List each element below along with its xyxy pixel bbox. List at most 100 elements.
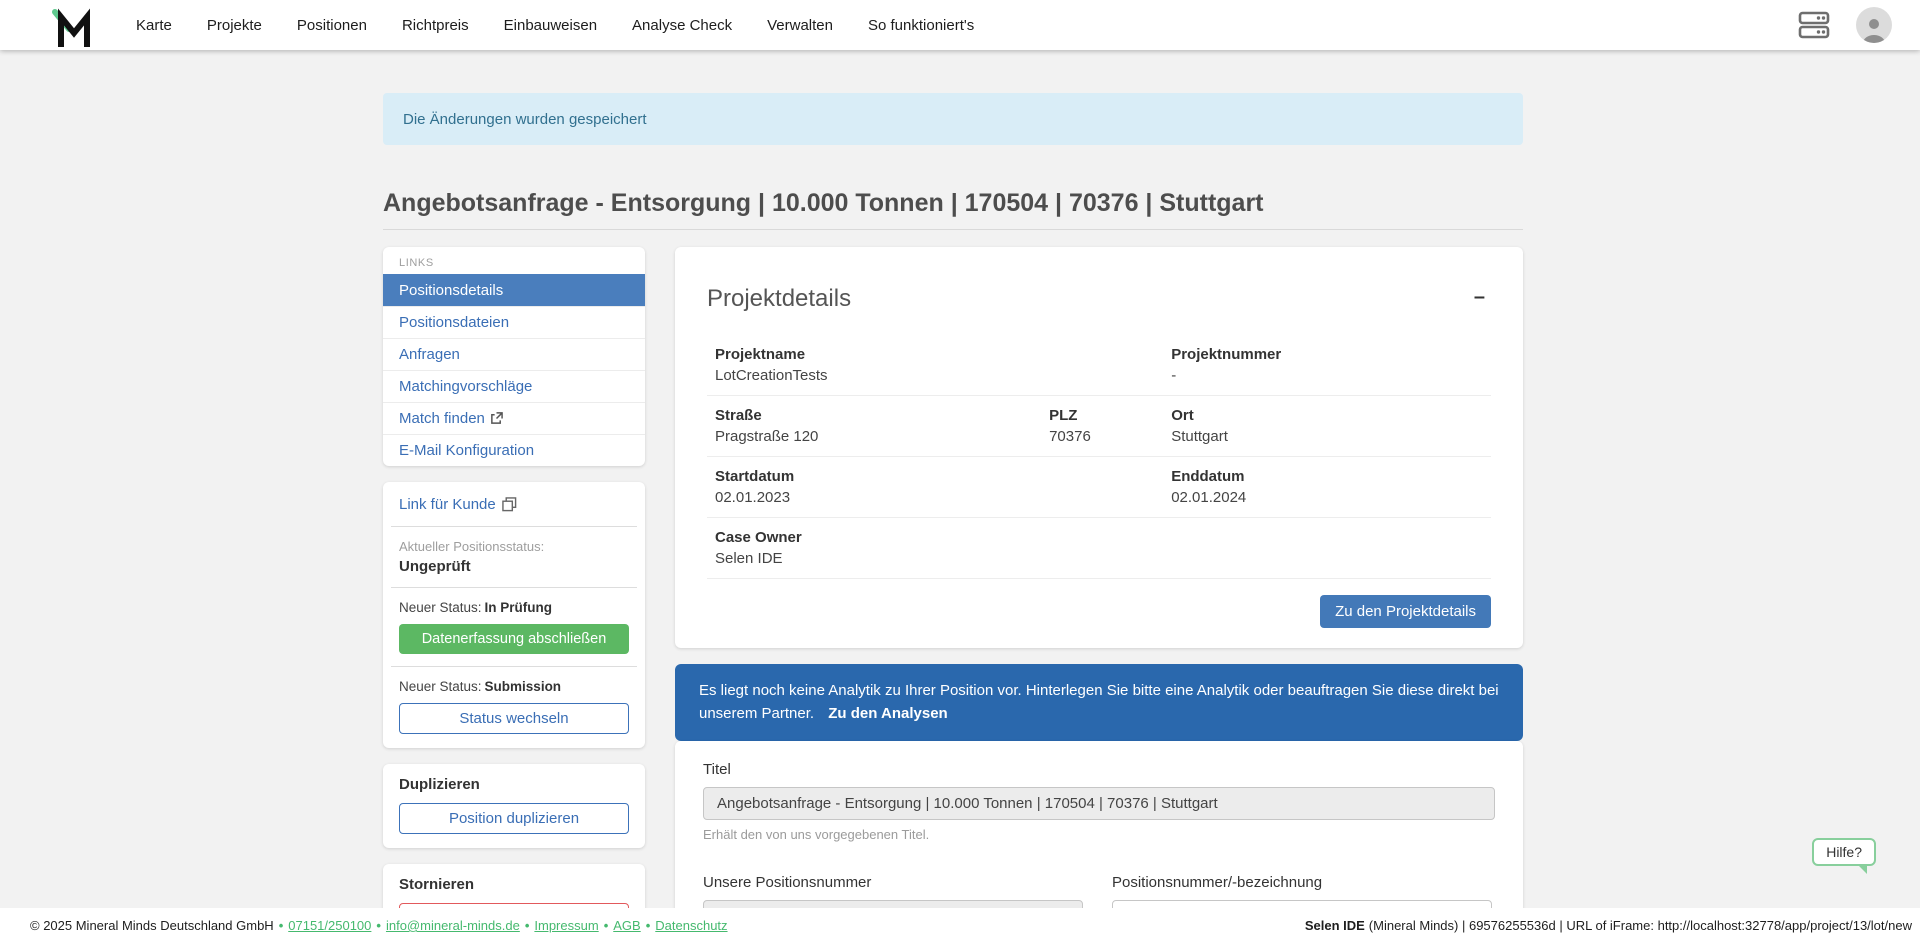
- project-row: Straße Pragstraße 120 PLZ 70376 Ort Stut…: [707, 396, 1491, 457]
- status-card: Link für Kunde Aktueller Positionsstatus…: [383, 482, 645, 748]
- customer-link[interactable]: Link für Kunde: [399, 496, 517, 513]
- nav-item-positionen[interactable]: Positionen: [297, 17, 367, 34]
- field-label: Enddatum: [1171, 468, 1483, 485]
- separator: •: [525, 918, 530, 933]
- user-avatar[interactable]: [1856, 7, 1892, 43]
- sidebar-item-match-finden[interactable]: Match finden: [383, 402, 645, 434]
- help-button[interactable]: Hilfe?: [1812, 838, 1876, 866]
- duplicate-card: Duplizieren Position duplizieren: [383, 764, 645, 848]
- field-projektname: Projektname LotCreationTests: [715, 346, 1171, 384]
- field-value: 02.01.2023: [715, 489, 1171, 506]
- titel-help: Erhält den von uns vorgegebenen Titel.: [703, 827, 1495, 842]
- nav-item-projekte[interactable]: Projekte: [207, 17, 262, 34]
- field-enddatum: Enddatum 02.01.2024: [1171, 468, 1483, 506]
- current-status-value: Ungeprüft: [399, 558, 629, 575]
- server-icon[interactable]: [1798, 11, 1830, 39]
- field-label: PLZ: [1049, 407, 1171, 424]
- field-startdatum: Startdatum 02.01.2023: [715, 468, 1171, 506]
- divider: [391, 587, 637, 588]
- cancel-title: Stornieren: [399, 876, 629, 893]
- nav-item-richtpreis[interactable]: Richtpreis: [402, 17, 469, 34]
- project-row: Projektname LotCreationTests Projektnumm…: [707, 335, 1491, 396]
- titel-label: Titel: [703, 761, 731, 778]
- field-plz: PLZ 70376: [1049, 407, 1171, 445]
- field-value: 70376: [1049, 428, 1171, 445]
- current-status-label: Aktueller Positionsstatus:: [399, 539, 629, 554]
- custom-number-label: Positionsnummer/-bezeichnung: [1112, 874, 1322, 891]
- saved-alert-text: Die Änderungen wurden gespeichert: [403, 111, 647, 128]
- sidebar-item-email-konfiguration[interactable]: E-Mail Konfiguration: [383, 434, 645, 466]
- separator: •: [604, 918, 609, 933]
- phone-link[interactable]: 07151/250100: [288, 918, 371, 933]
- field-case-owner: Case Owner Selen IDE: [715, 529, 1483, 567]
- collapse-button[interactable]: –: [1468, 285, 1491, 309]
- copy-icon: [502, 497, 517, 512]
- field-value: Stuttgart: [1171, 428, 1483, 445]
- session-user: Selen IDE: [1305, 918, 1365, 933]
- analytics-banner: Es liegt noch keine Analytik zu Ihrer Po…: [675, 664, 1523, 741]
- customer-link-label: Link für Kunde: [399, 496, 496, 513]
- our-number-label: Unsere Positionsnummer: [703, 874, 871, 891]
- switch-status-button[interactable]: Status wechseln: [399, 703, 629, 734]
- titel-input: [703, 787, 1495, 820]
- new-status-label: Neuer Status:: [399, 600, 482, 615]
- saved-alert: Die Änderungen wurden gespeichert: [383, 93, 1523, 145]
- datenschutz-link[interactable]: Datenschutz: [655, 918, 727, 933]
- sidebar-item-positionsdetails[interactable]: Positionsdetails: [383, 274, 645, 306]
- person-icon: [1859, 13, 1889, 43]
- nav-item-karte[interactable]: Karte: [136, 17, 172, 34]
- footer: © 2025 Mineral Minds Deutschland GmbH • 07…: [0, 908, 1920, 943]
- field-value: Pragstraße 120: [715, 428, 1049, 445]
- sidebar-item-matchingvorschlaege[interactable]: Matchingvorschläge: [383, 370, 645, 402]
- field-label: Projektname: [715, 346, 1171, 363]
- field-label: Projektnummer: [1171, 346, 1483, 363]
- sidebar-links-card: LINKS Positionsdetails Positionsdateien …: [383, 247, 645, 466]
- field-projektnummer: Projektnummer -: [1171, 346, 1483, 384]
- go-to-project-details-button[interactable]: Zu den Projektdetails: [1320, 595, 1491, 628]
- field-strasse: Straße Pragstraße 120: [715, 407, 1049, 445]
- links-header: LINKS: [383, 247, 645, 274]
- copyright-text: © 2025 Mineral Minds Deutschland GmbH: [30, 918, 274, 933]
- sidebar-item-positionsdateien[interactable]: Positionsdateien: [383, 306, 645, 338]
- topbar: Karte Projekte Positionen Richtpreis Ein…: [0, 0, 1920, 50]
- sidebar: LINKS Positionsdetails Positionsdateien …: [383, 247, 645, 943]
- go-to-analyses-link[interactable]: Zu den Analysen: [828, 705, 947, 722]
- duplicate-position-button[interactable]: Position duplizieren: [399, 803, 629, 834]
- nav-item-so-funktionierts[interactable]: So funktioniert's: [868, 17, 974, 34]
- nav-item-verwalten[interactable]: Verwalten: [767, 17, 833, 34]
- new-status-2: Neuer Status:Submission: [399, 679, 629, 694]
- field-label: Straße: [715, 407, 1049, 424]
- separator: •: [376, 918, 381, 933]
- separator: •: [646, 918, 651, 933]
- field-value: 02.01.2024: [1171, 489, 1483, 506]
- field-label: Case Owner: [715, 529, 1483, 546]
- new-status-label: Neuer Status:: [399, 679, 482, 694]
- footer-right: Selen IDE(Mineral Minds) | 69576255536d …: [1305, 918, 1912, 933]
- sidebar-item-anfragen[interactable]: Anfragen: [383, 338, 645, 370]
- divider: [391, 666, 637, 667]
- email-link[interactable]: info@mineral-minds.de: [386, 918, 520, 933]
- project-row: Case Owner Selen IDE: [707, 518, 1491, 579]
- main-area: Die Änderungen wurden gespeichert Angebo…: [0, 50, 1920, 943]
- impressum-link[interactable]: Impressum: [534, 918, 598, 933]
- nav-item-analyse-check[interactable]: Analyse Check: [632, 17, 732, 34]
- main-nav: Karte Projekte Positionen Richtpreis Ein…: [136, 17, 974, 34]
- field-value: Selen IDE: [715, 550, 1483, 567]
- agb-link[interactable]: AGB: [613, 918, 640, 933]
- field-ort: Ort Stuttgart: [1171, 407, 1483, 445]
- complete-data-entry-button[interactable]: Datenerfassung abschließen: [399, 624, 629, 654]
- content: Projektdetails – Projektname LotCreation…: [675, 247, 1523, 943]
- new-status-1: Neuer Status:In Prüfung: [399, 600, 629, 615]
- new-status-2-value: Submission: [485, 679, 562, 694]
- field-value: -: [1171, 367, 1483, 384]
- duplicate-title: Duplizieren: [399, 776, 629, 793]
- separator: •: [279, 918, 284, 933]
- page-title: Angebotsanfrage - Entsorgung | 10.000 To…: [383, 189, 1523, 230]
- project-row: Startdatum 02.01.2023 Enddatum 02.01.202…: [707, 457, 1491, 518]
- new-status-1-value: In Prüfung: [485, 600, 553, 615]
- external-link-icon: [490, 412, 503, 425]
- project-details-title: Projektdetails: [707, 285, 851, 313]
- project-details-card: Projektdetails – Projektname LotCreation…: [675, 247, 1523, 648]
- field-label: Ort: [1171, 407, 1483, 424]
- nav-item-einbauweisen[interactable]: Einbauweisen: [504, 17, 597, 34]
